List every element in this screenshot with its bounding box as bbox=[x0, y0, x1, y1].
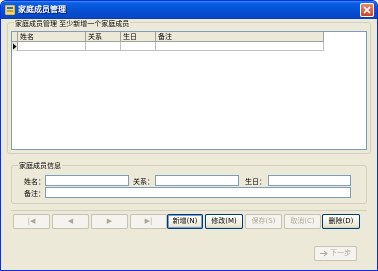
wizard-next-label: 下一步 bbox=[330, 249, 352, 257]
cell-name[interactable] bbox=[18, 42, 86, 51]
grid-header: 姓名 关系 生日 备注 bbox=[12, 32, 324, 42]
cell-birthday[interactable] bbox=[121, 42, 156, 51]
table-row[interactable] bbox=[12, 42, 324, 51]
cell-relation[interactable] bbox=[86, 42, 121, 51]
close-button[interactable] bbox=[360, 3, 374, 17]
relation-label: 关系： bbox=[133, 178, 154, 186]
cancel-button[interactable]: 取消(C) bbox=[284, 214, 321, 229]
wizard-next-button[interactable]: 下一步 bbox=[314, 246, 357, 261]
previous-record-button[interactable]: ◀ bbox=[52, 214, 89, 229]
cell-remark[interactable] bbox=[156, 42, 324, 51]
name-field[interactable] bbox=[45, 175, 129, 186]
record-toolbar: |◀ ◀ ▶ ▶| 新增(N) 修改(M) 保存(S) 取消(C) 删除(D) bbox=[11, 210, 367, 231]
members-group-legend: 家庭成员管理 至少新增一个家庭成员 bbox=[14, 19, 131, 29]
close-icon bbox=[363, 6, 371, 14]
arrow-right-icon bbox=[319, 250, 328, 256]
delete-button[interactable]: 删除(D) bbox=[322, 214, 360, 229]
column-header-birthday[interactable]: 生日 bbox=[121, 32, 156, 42]
relation-field[interactable] bbox=[155, 175, 239, 186]
add-button[interactable]: 新增(N) bbox=[167, 214, 203, 229]
edit-button[interactable]: 修改(M) bbox=[205, 214, 243, 229]
save-button[interactable]: 保存(S) bbox=[245, 214, 282, 229]
members-grid[interactable]: 姓名 关系 生日 备注 bbox=[11, 31, 367, 150]
last-record-button[interactable]: ▶| bbox=[130, 214, 167, 229]
birthday-label: 生日： bbox=[245, 178, 266, 186]
remark-field[interactable] bbox=[45, 187, 351, 198]
next-record-button[interactable]: ▶ bbox=[91, 214, 128, 229]
member-info-legend: 家庭成员信息 bbox=[18, 161, 62, 171]
app-icon bbox=[5, 5, 15, 15]
remark-label: 备注： bbox=[24, 190, 45, 198]
window-title: 家庭成员管理 bbox=[18, 5, 66, 14]
first-record-button[interactable]: |◀ bbox=[13, 214, 50, 229]
family-members-window: 家庭成员管理 家庭成员管理 至少新增一个家庭成员 姓名 关系 生日 备注 家庭成… bbox=[0, 0, 378, 271]
name-label: 姓名： bbox=[24, 178, 45, 186]
column-header-remark[interactable]: 备注 bbox=[156, 32, 324, 42]
column-header-relation[interactable]: 关系 bbox=[86, 32, 121, 42]
birthday-field[interactable] bbox=[268, 175, 351, 186]
title-bar[interactable]: 家庭成员管理 bbox=[1, 1, 377, 19]
column-header-name[interactable]: 姓名 bbox=[18, 32, 86, 42]
